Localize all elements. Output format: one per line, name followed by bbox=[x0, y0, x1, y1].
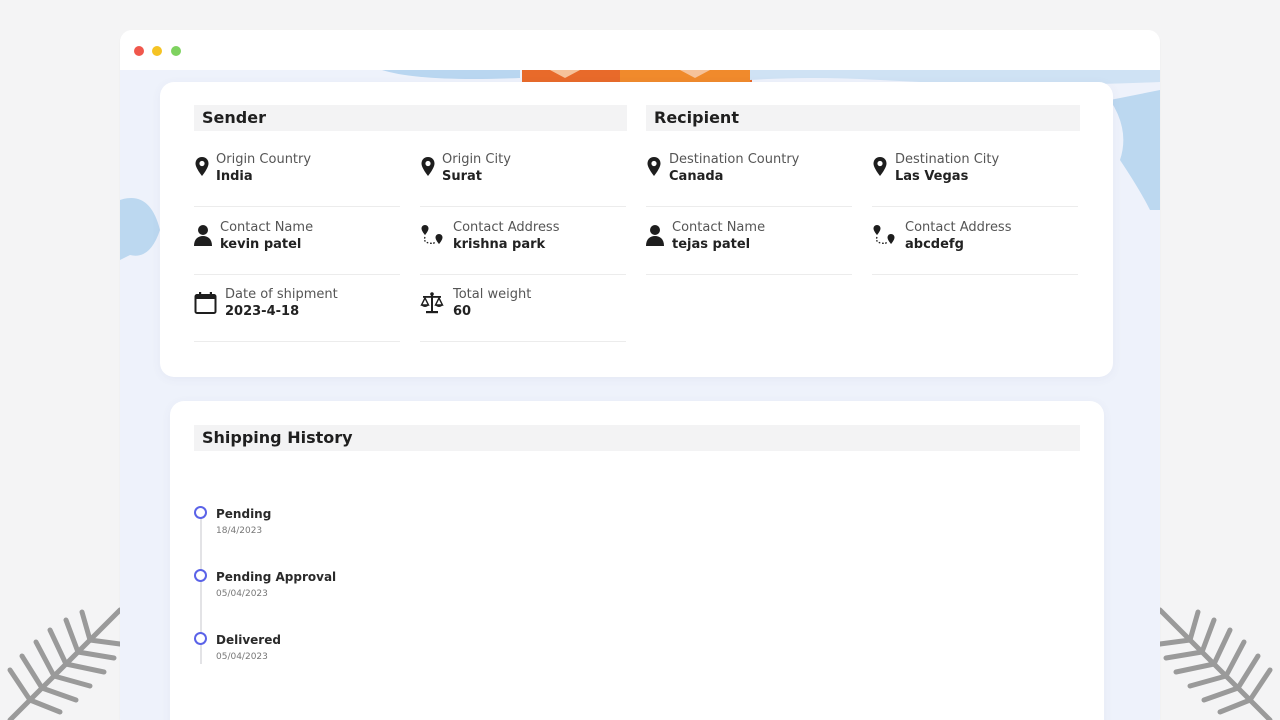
field-value: tejas patel bbox=[672, 237, 750, 252]
recipient-contact-address-field: Contact Address abcdefg bbox=[872, 220, 1078, 275]
field-label: Destination Country bbox=[669, 152, 799, 167]
timeline-dot bbox=[194, 506, 207, 519]
timeline-dot bbox=[194, 632, 207, 645]
field-value: Las Vegas bbox=[895, 169, 968, 184]
timeline-date: 05/04/2023 bbox=[216, 652, 268, 662]
timeline-date: 18/4/2023 bbox=[216, 526, 262, 536]
maximize-window-dot[interactable] bbox=[171, 46, 181, 56]
user-icon bbox=[194, 224, 212, 248]
sender-date-field: Date of shipment 2023-4-18 bbox=[194, 287, 400, 342]
palm-leaf-decoration-left bbox=[0, 600, 130, 720]
timeline-date: 05/04/2023 bbox=[216, 589, 268, 599]
field-value: Canada bbox=[669, 169, 723, 184]
location-pin-icon bbox=[194, 156, 210, 180]
field-value: Surat bbox=[442, 169, 482, 184]
location-pin-icon bbox=[646, 156, 662, 180]
sender-contact-name-field: Contact Name kevin patel bbox=[194, 220, 400, 275]
sender-total-weight-field: Total weight 60 bbox=[420, 287, 626, 342]
window-titlebar bbox=[120, 30, 1160, 70]
recipient-contact-name-field: Contact Name tejas patel bbox=[646, 220, 852, 275]
sender-section-header: Sender bbox=[194, 105, 627, 131]
user-icon bbox=[646, 224, 664, 248]
field-value: abcdefg bbox=[905, 237, 964, 252]
calendar-icon bbox=[194, 291, 217, 315]
timeline-item: Pending Approval 05/04/2023 bbox=[194, 567, 494, 607]
field-label: Contact Address bbox=[453, 220, 559, 235]
sender-origin-country-field: Origin Country India bbox=[194, 152, 400, 207]
field-value: 60 bbox=[453, 304, 471, 319]
route-icon bbox=[420, 224, 444, 248]
field-label: Destination City bbox=[895, 152, 999, 167]
timeline-status: Pending bbox=[216, 507, 271, 521]
route-icon bbox=[872, 224, 896, 248]
recipient-destination-city-field: Destination City Las Vegas bbox=[872, 152, 1078, 207]
field-label: Contact Name bbox=[672, 220, 765, 235]
field-label: Contact Address bbox=[905, 220, 1011, 235]
recipient-destination-country-field: Destination Country Canada bbox=[646, 152, 852, 207]
minimize-window-dot[interactable] bbox=[152, 46, 162, 56]
palm-leaf-decoration-right bbox=[1150, 600, 1280, 720]
location-pin-icon bbox=[420, 156, 436, 180]
location-pin-icon bbox=[872, 156, 888, 180]
scale-icon bbox=[420, 291, 444, 315]
sender-origin-city-field: Origin City Surat bbox=[420, 152, 626, 207]
field-label: Origin City bbox=[442, 152, 511, 167]
timeline-status: Pending Approval bbox=[216, 570, 336, 584]
page-viewport: Sender Recipient Origin Country India Or… bbox=[120, 70, 1160, 720]
close-window-dot[interactable] bbox=[134, 46, 144, 56]
shipping-timeline: Pending 18/4/2023 Pending Approval 05/04… bbox=[194, 504, 594, 664]
field-value: kevin patel bbox=[220, 237, 301, 252]
timeline-dot bbox=[194, 569, 207, 582]
timeline-item: Pending 18/4/2023 bbox=[194, 504, 494, 544]
field-value: 2023-4-18 bbox=[225, 304, 299, 319]
sender-contact-address-field: Contact Address krishna park bbox=[420, 220, 626, 275]
browser-window: Sender Recipient Origin Country India Or… bbox=[120, 30, 1160, 720]
field-label: Date of shipment bbox=[225, 287, 338, 302]
field-value: India bbox=[216, 169, 253, 184]
field-label: Total weight bbox=[453, 287, 531, 302]
field-label: Origin Country bbox=[216, 152, 311, 167]
shipping-history-card: Shipping History Pending 18/4/2023 Pendi… bbox=[170, 401, 1104, 720]
shipping-history-header: Shipping History bbox=[194, 425, 1080, 451]
timeline-status: Delivered bbox=[216, 633, 281, 647]
field-value: krishna park bbox=[453, 237, 545, 252]
field-label: Contact Name bbox=[220, 220, 313, 235]
shipment-details-card: Sender Recipient Origin Country India Or… bbox=[160, 82, 1113, 377]
timeline-item: Delivered 05/04/2023 bbox=[194, 630, 494, 670]
recipient-section-header: Recipient bbox=[646, 105, 1080, 131]
